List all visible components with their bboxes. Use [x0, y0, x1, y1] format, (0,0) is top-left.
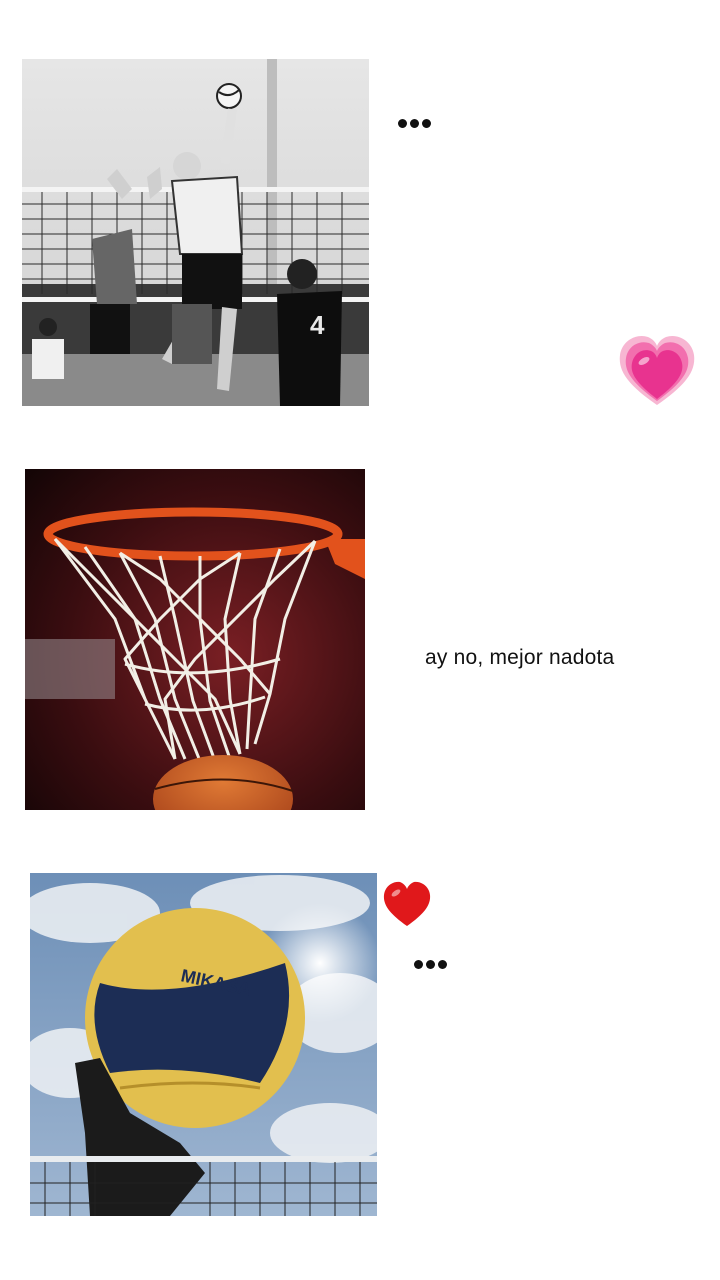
- typing-dots: [414, 960, 447, 969]
- dot: [414, 960, 423, 969]
- reply-text: ay no, mejor nadota: [425, 646, 615, 669]
- dot: [438, 960, 447, 969]
- growing-heart-emoji-icon: [618, 333, 696, 407]
- svg-text:4: 4: [310, 310, 325, 340]
- dot: [398, 119, 407, 128]
- dot: [410, 119, 419, 128]
- red-heart-emoji-icon: [382, 880, 432, 928]
- dot: [426, 960, 435, 969]
- typing-dots: [398, 119, 431, 128]
- dot: [422, 119, 431, 128]
- basketball-hoop-photo[interactable]: [25, 469, 365, 810]
- volleyball-spike-photo[interactable]: 4: [22, 59, 369, 406]
- volleyball-sky-photo[interactable]: MIKASA: [30, 873, 377, 1216]
